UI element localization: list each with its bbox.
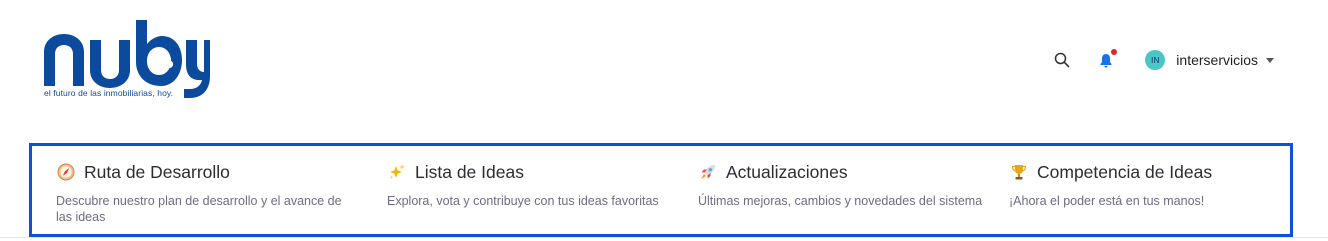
menu-item-description: Explora, vota y contribuye con tus ideas…	[387, 194, 659, 208]
menu-item-ruta-desarrollo[interactable]: Ruta de Desarrollo Descubre nuestro plan…	[56, 160, 346, 225]
search-icon	[1055, 52, 1070, 68]
user-menu[interactable]: IN interservicios	[1145, 50, 1274, 70]
menu-item-lista-ideas[interactable]: Lista de Ideas Explora, vota y contribuy…	[387, 160, 677, 209]
menu-item-label: Actualizaciones	[726, 161, 848, 182]
menu-item-label: Competencia de Ideas	[1037, 161, 1213, 182]
trophy-icon	[1009, 162, 1029, 182]
menu-item-actualizaciones[interactable]: Actualizaciones Últimas mejoras, cambios…	[698, 160, 988, 209]
username: interservicios	[1176, 52, 1258, 68]
compass-icon	[56, 162, 76, 182]
divider	[0, 237, 1328, 238]
bell-icon	[1100, 53, 1112, 68]
sparkles-icon	[387, 162, 407, 182]
logo-tagline: el futuro de las inmobiliarias, hoy.	[44, 88, 174, 98]
menu-item-description: ¡Ahora el poder está en tus manos!	[1009, 194, 1205, 208]
menu-item-description: Últimas mejoras, cambios y novedades del…	[698, 194, 983, 208]
top-header: el futuro de las inmobiliarias, hoy. IN …	[0, 0, 1328, 130]
menu-item-label: Lista de Ideas	[415, 161, 524, 182]
menu-item-competencia-ideas[interactable]: Competencia de Ideas ¡Ahora el poder est…	[1009, 160, 1299, 209]
header-actions: IN interservicios	[1053, 44, 1274, 76]
rocket-icon	[698, 162, 718, 182]
avatar: IN	[1145, 50, 1166, 70]
notification-badge	[1111, 49, 1118, 55]
feature-menu: Ruta de Desarrollo Descubre nuestro plan…	[29, 143, 1293, 237]
menu-item-description: Descubre nuestro plan de desarrollo y el…	[56, 194, 342, 224]
nuby-logo[interactable]: el futuro de las inmobiliarias, hoy.	[40, 14, 210, 104]
menu-item-label: Ruta de Desarrollo	[84, 161, 230, 182]
notifications-button[interactable]	[1097, 49, 1118, 69]
chevron-down-icon	[1266, 57, 1274, 63]
search-button[interactable]	[1053, 51, 1071, 69]
